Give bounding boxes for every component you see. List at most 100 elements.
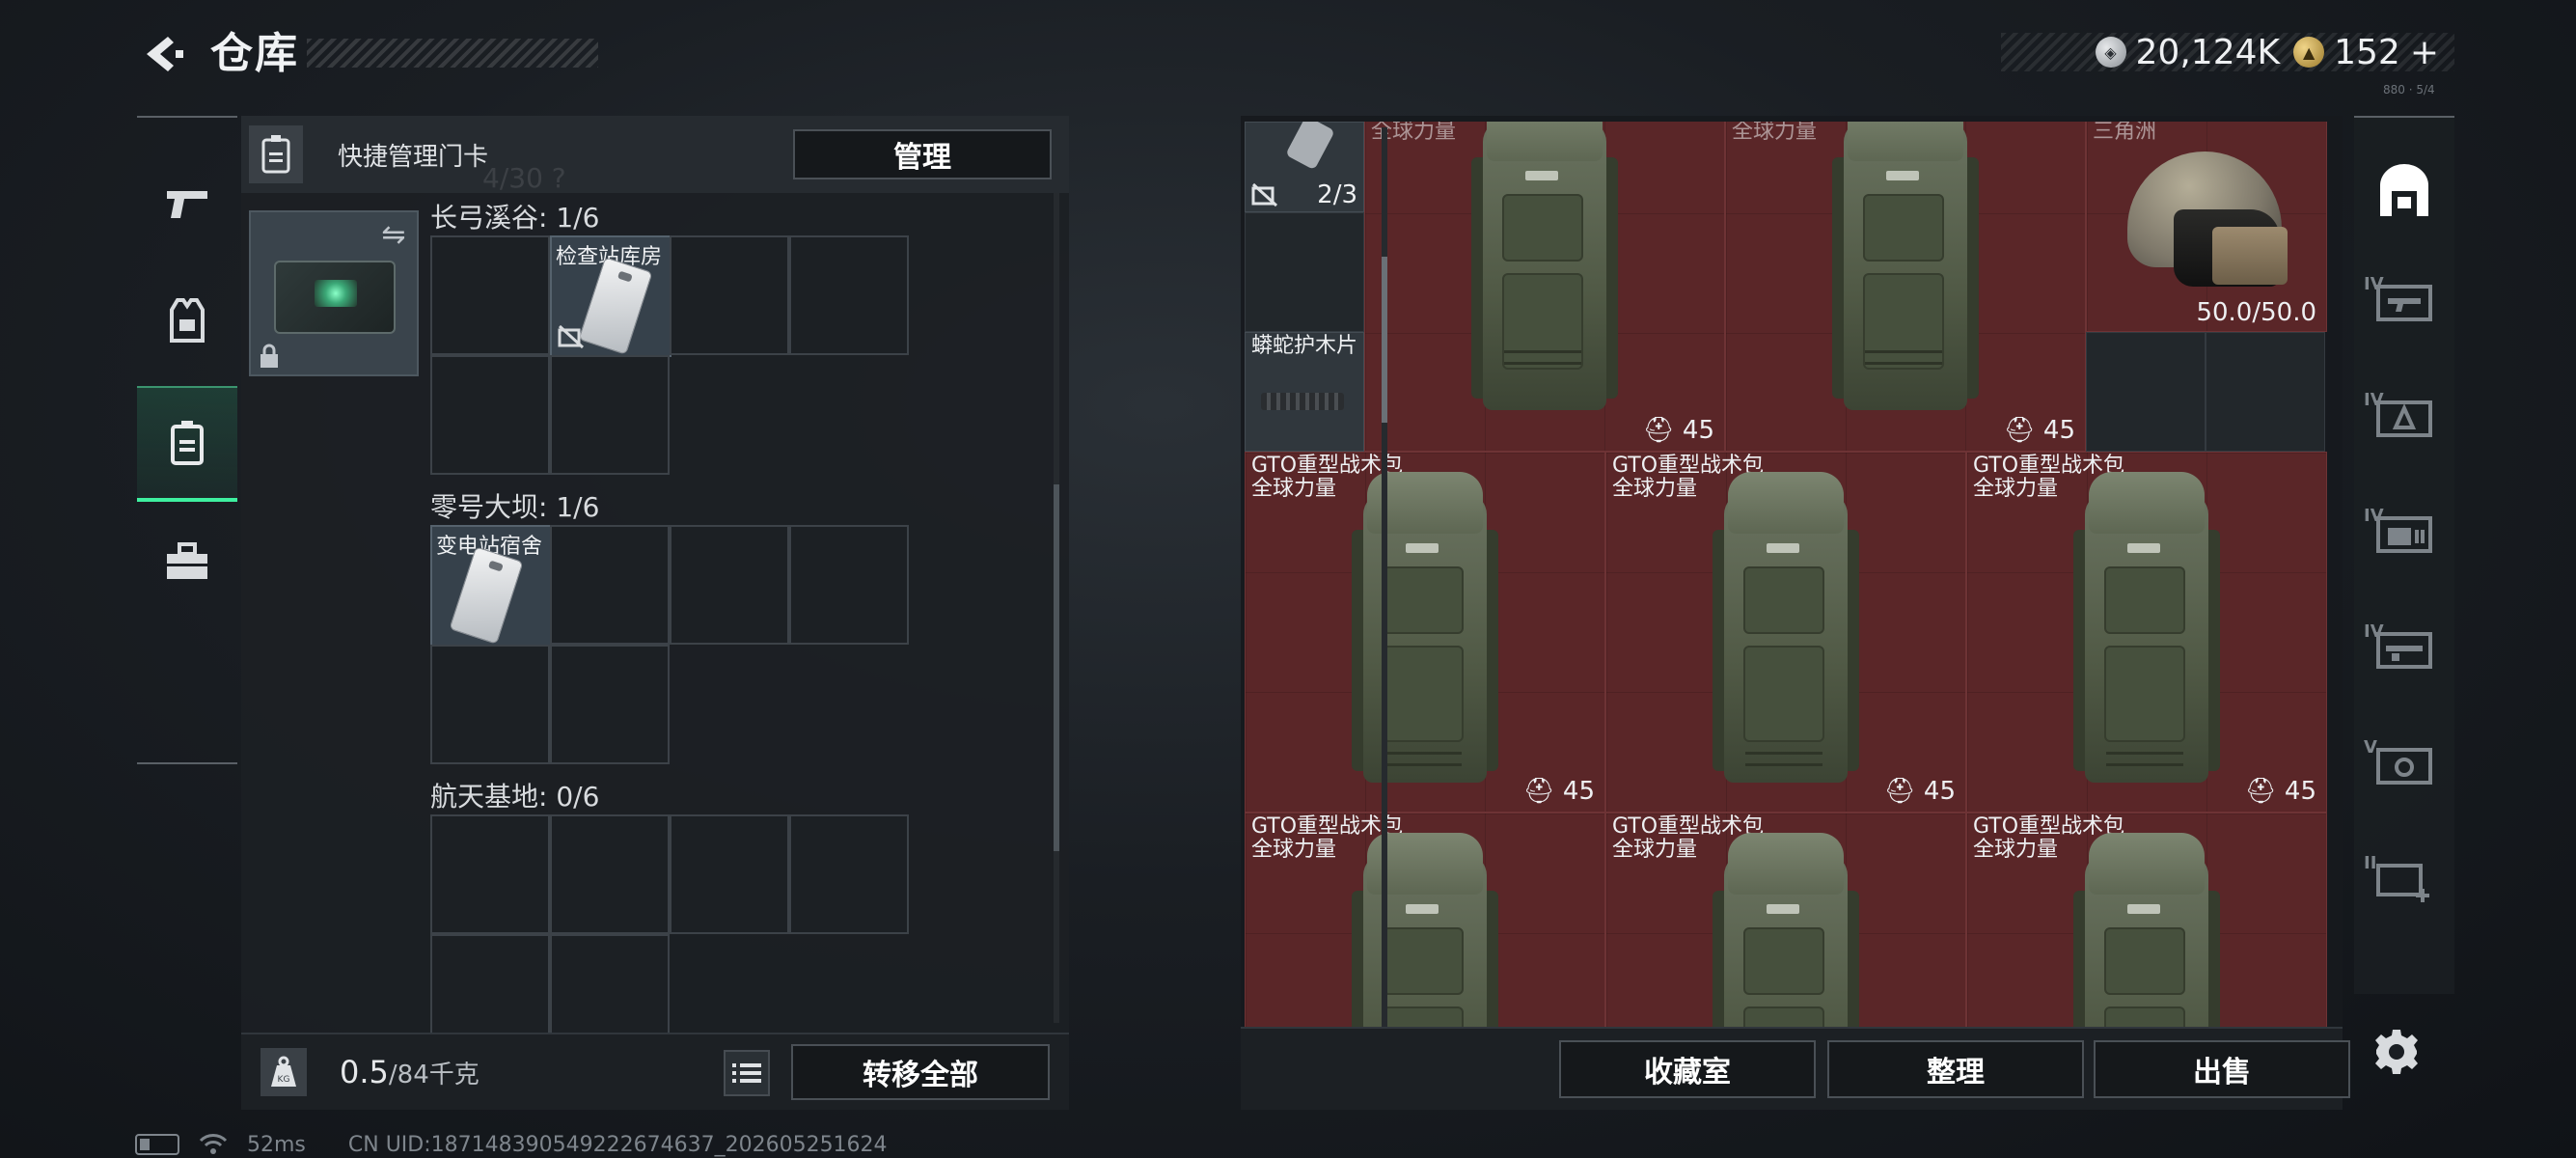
keycard-slot[interactable] <box>789 235 909 355</box>
silver-currency[interactable]: ◈ 20,124K <box>2095 33 2280 72</box>
keycard-slot[interactable] <box>670 814 789 934</box>
list-icon <box>732 1063 761 1083</box>
storage-item[interactable]: 蟒蛇护木片 <box>1245 332 1364 452</box>
left-category-nav <box>137 116 237 764</box>
helmet-small-icon: ⛑ <box>1883 777 1924 806</box>
storage-panel: 2/3 蟒蛇护木片 全球力量 ⛑ 45 全球力量 ⛑ 45 三角洲 50.0/5… <box>1241 116 2350 1110</box>
backpack-icon <box>1713 472 1867 800</box>
sort-button[interactable]: 整理 <box>1827 1040 2084 1098</box>
version-text: 880 · 5/4 <box>2383 83 2435 96</box>
tab-case-2[interactable]: IV <box>2354 365 2454 471</box>
keycard-slot[interactable] <box>550 645 670 764</box>
item-count-wrap: ⛑ 45 <box>1884 777 1956 806</box>
sell-button[interactable]: 出售 <box>2094 1040 2350 1098</box>
keycard-scrollbar-thumb[interactable] <box>1054 484 1059 851</box>
keycard-slot[interactable] <box>670 235 789 355</box>
collection-room-button[interactable]: 收藏室 <box>1559 1040 1816 1098</box>
item-brand: 全球力量 <box>1612 477 1698 501</box>
keycard-list[interactable]: ⇋ 长弓溪谷: 1/6 检查站库房 零号大坝: 1/6 <box>241 193 1059 1033</box>
storage-empty-slot[interactable] <box>1245 212 1364 332</box>
storage-item-backpack[interactable]: GTO重型战术包 全球力量 <box>1966 813 2327 1027</box>
keycard-slot[interactable] <box>430 814 550 934</box>
keycard-item[interactable]: 检查站库房 <box>550 235 671 357</box>
keycard-item[interactable]: 变电站宿舍 <box>430 525 552 647</box>
settings-button[interactable] <box>2366 1021 2427 1083</box>
case-level: IV <box>2364 274 2384 294</box>
weight-readout: 0.5/84千克 <box>340 1054 480 1090</box>
tab-case-3[interactable]: IV <box>2354 481 2454 587</box>
item-brand: 三角洲 <box>2093 122 2157 144</box>
keycard-slot[interactable] <box>430 645 550 764</box>
tab-case-5[interactable]: V <box>2354 712 2454 818</box>
keycard-slot[interactable] <box>550 525 670 645</box>
tab-case-4[interactable]: IV <box>2354 596 2454 703</box>
page-title: 仓库 <box>210 29 299 78</box>
swap-icon[interactable]: ⇋ <box>376 218 411 253</box>
transfer-all-button[interactable]: 转移全部 <box>791 1044 1050 1100</box>
quick-keycard-slot[interactable]: ⇋ <box>249 210 419 376</box>
backpack-icon <box>1471 122 1626 427</box>
nav-keycards[interactable] <box>137 386 237 502</box>
helmet-icon <box>2116 152 2289 296</box>
storage-item-backpack[interactable]: 全球力量 ⛑ 45 <box>1725 122 2086 452</box>
storage-grid[interactable]: 2/3 蟒蛇护木片 全球力量 ⛑ 45 全球力量 ⛑ 45 三角洲 50.0/5… <box>1241 122 2335 1027</box>
handguard-icon <box>1261 393 1344 410</box>
weight-value: 0.5 <box>340 1054 389 1090</box>
keycard-image <box>274 261 396 334</box>
storage-empty-slot[interactable] <box>2086 332 2206 452</box>
tab-case-1[interactable]: IV <box>2354 249 2454 355</box>
keycard-slot[interactable] <box>550 934 670 1033</box>
gold-add-icon[interactable]: + <box>2410 33 2439 72</box>
storage-footer: 收藏室 整理 出售 <box>1241 1027 2350 1110</box>
keycard-slot[interactable] <box>550 355 670 475</box>
item-brand: 全球力量 <box>1251 838 1337 862</box>
storage-item-backpack[interactable]: GTO重型战术包 全球力量 <box>1605 813 1966 1027</box>
nav-weapons[interactable] <box>137 147 237 262</box>
keycard-header-label: 快捷管理门卡 <box>338 143 489 172</box>
gold-currency[interactable]: ▲ 152 + <box>2293 33 2439 72</box>
no-card-icon <box>1251 182 1278 207</box>
storage-item-backpack[interactable]: 全球力量 ⛑ 45 <box>1364 122 1725 452</box>
item-count: 2/3 <box>1317 180 1357 209</box>
item-count: 45 <box>1682 416 1714 445</box>
case-level: II <box>2364 853 2377 873</box>
item-count: 45 <box>1562 777 1595 806</box>
nav-equipment[interactable] <box>137 262 237 378</box>
currency-bar: ◈ 20,124K ▲ 152 + <box>2001 33 2454 72</box>
keycard-slot[interactable] <box>550 814 670 934</box>
keycard-panel-footer: KG 0.5/84千克 转移全部 <box>241 1033 1069 1110</box>
storage-item-backpack[interactable]: GTO重型战术包 全球力量 <box>1245 813 1605 1027</box>
case-level: IV <box>2364 390 2384 410</box>
keycard-count-faded: 4/30 ? <box>482 162 566 194</box>
item-count-wrap: ⛑ 45 <box>1523 777 1595 806</box>
list-view-button[interactable] <box>724 1050 770 1096</box>
nav-toolbox[interactable] <box>137 504 237 620</box>
item-count-wrap: ⛑ 45 <box>1643 416 1714 445</box>
item-count: 45 <box>2284 777 2316 806</box>
storage-item-helmet[interactable]: 三角洲 50.0/50.0 <box>2086 122 2327 332</box>
item-brand: 全球力量 <box>1612 838 1698 862</box>
keycard-slot[interactable] <box>430 355 550 475</box>
storage-empty-slot[interactable] <box>2206 332 2325 452</box>
gold-coin-icon: ▲ <box>2293 37 2325 68</box>
keycard-slot[interactable] <box>789 525 909 645</box>
keycard-slot[interactable] <box>430 235 550 355</box>
storage-scrollbar-thumb[interactable] <box>1382 257 1387 423</box>
status-bar: 52ms CN UID:18714839054922267463​7_20260… <box>135 1131 888 1158</box>
keycard-slot[interactable] <box>789 814 909 934</box>
back-arrow-icon <box>147 37 183 71</box>
manage-button[interactable]: 管理 <box>793 129 1052 179</box>
helmet-small-icon: ⛑ <box>2003 416 2043 445</box>
storage-item-backpack[interactable]: GTO重型战术包 全球力量 ⛑ 45 <box>1605 452 1966 813</box>
keycard-slot[interactable] <box>670 525 789 645</box>
ping-value: 52ms <box>247 1132 306 1157</box>
backpack-icon <box>1352 472 1506 800</box>
storage-item-backpack[interactable]: GTO重型战术包 全球力量 ⛑ 45 <box>1245 452 1605 813</box>
keycard-slot[interactable] <box>430 934 550 1033</box>
tab-case-add[interactable]: II <box>2354 828 2454 934</box>
item-durability: 50.0/50.0 <box>2196 298 2316 327</box>
tab-main-storage[interactable] <box>2354 137 2454 243</box>
storage-item-backpack[interactable]: GTO重型战术包 全球力量 ⛑ 45 <box>1966 452 2327 813</box>
storage-item[interactable]: 2/3 <box>1245 122 1364 212</box>
back-button[interactable] <box>135 27 189 81</box>
